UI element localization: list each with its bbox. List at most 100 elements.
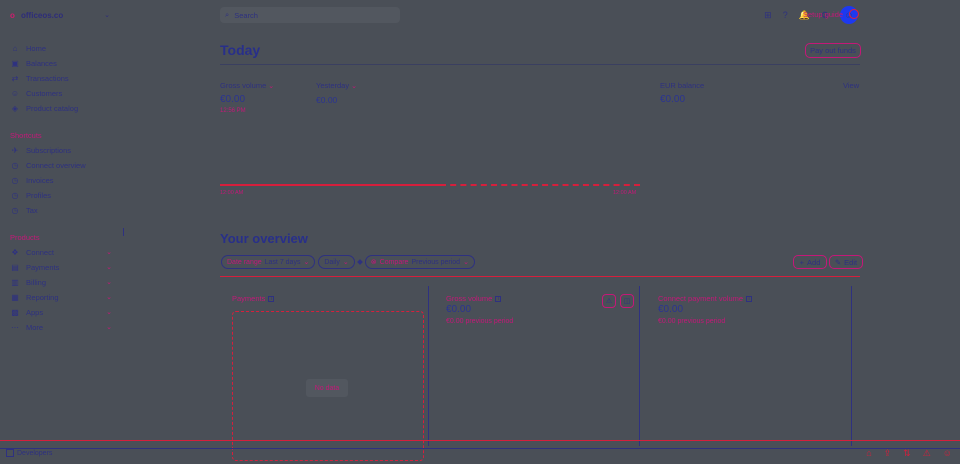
account-badge: o [10, 10, 15, 20]
chart-start-tick: 12:00 AM [220, 190, 244, 196]
sidebar-resize-handle[interactable] [123, 228, 124, 236]
progress-ring-icon [849, 9, 860, 19]
gross-volume-card-title: Gross volume i [446, 294, 502, 303]
sidebar-item-label: More [26, 322, 44, 332]
sidebar-item-profiles[interactable]: ◷ Profiles [10, 189, 112, 201]
sidebar-item-apps[interactable]: ▩ Apps ⌄ [10, 306, 112, 318]
filter-value: Last 7 days [264, 258, 301, 266]
sidebar-item-tax[interactable]: ◷ Tax [10, 204, 112, 216]
sidebar-item-label: Tax [26, 205, 38, 215]
search-placeholder: Search [234, 10, 258, 20]
warning-icon[interactable]: ⚠ [923, 448, 931, 459]
add-widget-button[interactable]: + Add [793, 255, 827, 269]
card-divider [639, 286, 640, 446]
sidebar-item-home[interactable]: ⌂ Home [10, 42, 112, 54]
chevron-down-icon: ⌄ [106, 324, 112, 331]
home-icon: ⌂ [12, 43, 18, 53]
gross-volume-selector[interactable]: Gross volume ⌄ [220, 81, 274, 90]
clock-icon: ◷ [11, 175, 19, 185]
info-icon[interactable]: i [746, 295, 753, 302]
sidebar-item-label: Profiles [26, 190, 52, 200]
close-icon[interactable]: ⊗ [371, 258, 377, 266]
metric-label: Gross volume [220, 81, 267, 90]
interval-filter[interactable]: Daily ⌄ [318, 255, 355, 269]
info-icon[interactable]: i [495, 295, 502, 302]
sidebar-item-label: Customers [26, 88, 63, 98]
balance-label: EUR balance [660, 81, 705, 90]
chevron-down-icon: ⌄ [106, 279, 112, 286]
card-title-label: Connect payment volume [658, 294, 744, 303]
sidebar-item-billing[interactable]: ▥ Billing ⌄ [10, 276, 112, 288]
balance-value: €0.00 [660, 94, 686, 105]
sidebar-item-invoices[interactable]: ◷ Invoices [10, 174, 112, 186]
gross-volume-card-value: €0.00 [446, 304, 472, 315]
today-chart-line [220, 184, 640, 187]
sidebar-item-more[interactable]: ⋯ More ⌄ [10, 321, 112, 333]
account-switcher[interactable]: o officeos.co ⌄ [10, 9, 110, 21]
footer-icons: ⌂ ⇪ ⇅ ⚠ ☺ [866, 448, 952, 459]
chevron-down-icon: ⌄ [463, 259, 469, 266]
info-icon[interactable]: i [268, 295, 275, 302]
help-icon[interactable]: ? [783, 10, 788, 20]
filter-label: Date range [227, 258, 262, 266]
card-title-label: Payments [232, 294, 266, 303]
apps-grid-icon[interactable]: ⊞ [764, 10, 772, 21]
compare-filter[interactable]: ⊗ Compare Previous period ⌄ [364, 255, 475, 269]
chevron-down-icon: ⌄ [351, 83, 357, 90]
yesterday-selector[interactable]: Yesterday ⌄ [316, 81, 357, 90]
clock-icon: ◷ [11, 205, 19, 215]
button-label: Edit [844, 257, 858, 267]
support-icon[interactable]: ☺ [943, 448, 952, 459]
sidebar-item-balances[interactable]: ▣ Balances [10, 57, 112, 69]
sidebar-item-subscriptions[interactable]: ✈ Subscriptions [10, 144, 112, 156]
chart-line-dashed [440, 184, 640, 186]
sort-icon[interactable]: ⇅ [903, 448, 911, 459]
sidebar-item-reporting[interactable]: ▦ Reporting ⌄ [10, 291, 112, 303]
chevron-down-icon: ⌄ [106, 294, 112, 301]
pay-out-funds-button[interactable]: Pay out funds [805, 43, 861, 58]
sidebar-item-label: Home [26, 43, 47, 53]
sidebar-item-connect-overview[interactable]: ◷ Connect overview [10, 159, 112, 171]
filter-value: Previous period [411, 258, 461, 266]
details-icon[interactable]: ◫ [620, 294, 634, 308]
sidebar-item-payments[interactable]: ▤ Payments ⌄ [10, 261, 112, 273]
date-range-filter[interactable]: Date range Last 7 days ⌄ [221, 255, 316, 269]
sidebar-item-label: Subscriptions [26, 145, 72, 155]
card-divider [851, 286, 852, 446]
chart-line-solid [220, 184, 440, 186]
chart-end-tick: 12:00 AM [613, 190, 637, 196]
developers-label: Developers [17, 449, 53, 457]
sidebar-item-label: Payments [26, 262, 60, 272]
edit-overview-button[interactable]: ✎ Edit [829, 255, 863, 269]
sidebar-item-connect[interactable]: ❖ Connect ⌄ [10, 246, 112, 258]
setup-guide-label: Setup guide [803, 9, 844, 19]
sidebar-item-customers[interactable]: ☺ Customers [10, 87, 112, 99]
sidebar-item-label: Connect overview [26, 160, 86, 170]
upload-icon[interactable]: ⇪ [884, 448, 892, 459]
shortcuts-title: Shortcuts [10, 131, 42, 140]
payments-card-title: Payments i [232, 294, 275, 303]
developers-button[interactable]: Developers [6, 449, 52, 457]
payments-icon: ▤ [11, 262, 19, 272]
sidebar-item-product-catalog[interactable]: ◈ Product catalog [10, 102, 112, 114]
chevron-down-icon: ⌄ [268, 83, 275, 90]
account-name: officeos.co [21, 10, 64, 20]
setup-guide-button[interactable]: Setup guide [803, 9, 860, 19]
product-catalog-icon: ◈ [11, 103, 19, 113]
connect-volume-card-title: Connect payment volume i [658, 294, 753, 303]
view-balance-link[interactable]: View [843, 81, 859, 90]
transactions-icon: ⇄ [11, 73, 19, 83]
connect-icon: ❖ [11, 247, 19, 257]
sidebar-item-label: Invoices [26, 175, 54, 185]
title-divider [220, 64, 860, 65]
alert-icon[interactable]: ⚠ [602, 294, 616, 308]
footer-divider [0, 440, 960, 441]
balances-icon: ▣ [11, 58, 19, 68]
sidebar-item-label: Reporting [26, 292, 59, 302]
search-input[interactable]: ⌕ Search [220, 7, 400, 23]
sidebar-item-transactions[interactable]: ⇄ Transactions [10, 72, 112, 84]
devtools-icon[interactable]: ⌂ [866, 448, 871, 459]
button-label: Add [807, 257, 821, 267]
search-icon: ⌕ [225, 10, 230, 19]
billing-icon: ▥ [11, 277, 19, 287]
